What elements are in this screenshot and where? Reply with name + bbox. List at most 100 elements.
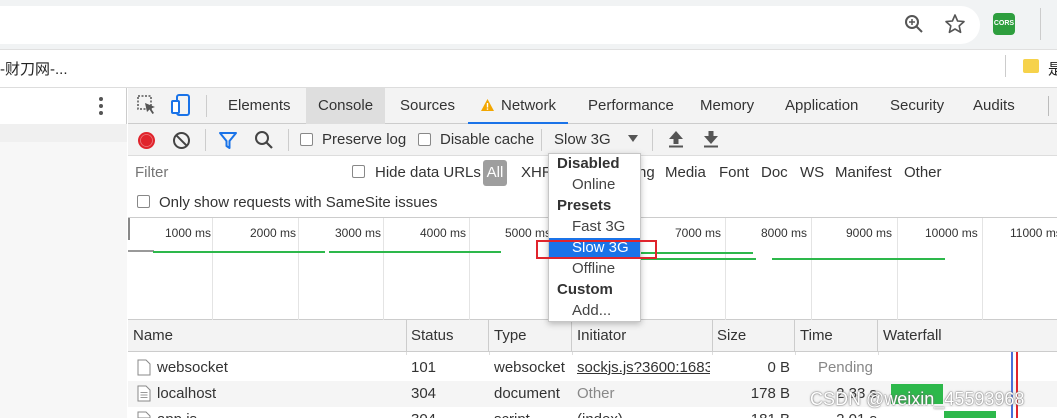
timeline-gridline xyxy=(212,218,213,320)
toolbar-separator xyxy=(288,129,289,151)
timeline-gridline xyxy=(811,218,812,320)
filter-ws-button[interactable]: WS xyxy=(800,164,824,181)
filter-all-button[interactable]: All xyxy=(483,160,507,186)
tab-network[interactable]: Network xyxy=(468,88,569,124)
samesite-checkbox[interactable] xyxy=(137,195,150,208)
script-icon xyxy=(137,411,151,418)
timeline-gridline xyxy=(469,218,470,320)
kebab-menu-icon[interactable] xyxy=(98,96,104,116)
page-content xyxy=(0,142,127,418)
hide-data-urls-checkbox[interactable] xyxy=(352,165,365,178)
preserve-log-checkbox[interactable] xyxy=(300,133,313,146)
dropdown-item-online[interactable]: Online xyxy=(572,176,615,193)
request-size: 0 B xyxy=(767,359,790,376)
toolbar-separator xyxy=(541,129,542,151)
throttle-select[interactable]: Slow 3G xyxy=(554,131,611,148)
request-size: 178 B xyxy=(750,385,790,402)
cors-extension-icon[interactable]: CORS xyxy=(993,13,1015,35)
bookmark-item[interactable]: -财刀网-... xyxy=(0,58,68,79)
tab-security[interactable]: Security xyxy=(878,88,956,124)
bookmark-divider xyxy=(1005,55,1006,77)
chevron-down-icon[interactable] xyxy=(628,135,638,143)
document-icon xyxy=(137,385,151,402)
dropdown-group-custom: Custom xyxy=(557,281,613,298)
request-type: script xyxy=(494,407,530,418)
tab-sources[interactable]: Sources xyxy=(388,88,467,124)
timeline-gridline xyxy=(298,218,299,320)
filter-funnel-icon[interactable] xyxy=(218,131,238,150)
hide-data-urls-label: Hide data URLs xyxy=(375,164,481,181)
col-waterfall[interactable]: Waterfall xyxy=(878,320,1057,352)
clear-icon[interactable] xyxy=(172,131,191,150)
request-size: 181 B xyxy=(712,407,790,418)
timeline-tick-label: 10000 ms xyxy=(925,226,978,240)
search-icon[interactable] xyxy=(254,130,274,150)
bookmarks-bar xyxy=(0,50,1057,88)
tab-application[interactable]: Application xyxy=(773,88,870,124)
timeline-request-bar xyxy=(772,258,945,260)
timeline-tick-label: 7000 ms xyxy=(675,226,722,240)
dropdown-item-offline[interactable]: Offline xyxy=(572,260,615,277)
record-icon[interactable] xyxy=(137,131,156,150)
disable-cache-label: Disable cache xyxy=(440,131,535,148)
tab-audits[interactable]: Audits xyxy=(961,88,1027,124)
col-name[interactable]: Name xyxy=(128,320,407,352)
timeline-gridline xyxy=(725,218,726,320)
timeline-request-bar xyxy=(329,251,501,253)
request-name[interactable]: localhost xyxy=(157,381,216,407)
col-type[interactable]: Type xyxy=(489,320,572,352)
timeline-tick-label: 3000 ms xyxy=(335,226,382,240)
col-initiator[interactable]: Initiator xyxy=(572,320,713,352)
filter-font-button[interactable]: Font xyxy=(719,164,749,181)
folder-icon[interactable] xyxy=(1022,57,1040,75)
timeline-gridline xyxy=(383,218,384,320)
col-status[interactable]: Status xyxy=(406,320,489,352)
timeline-gridline xyxy=(897,218,898,320)
import-har-icon[interactable] xyxy=(668,130,684,148)
tab-end-divider xyxy=(1048,96,1049,116)
zoom-icon[interactable] xyxy=(903,13,925,35)
col-size[interactable]: Size xyxy=(712,320,795,352)
tab-performance[interactable]: Performance xyxy=(576,88,686,124)
tab-divider xyxy=(206,95,207,117)
filter-other-button[interactable]: Other xyxy=(904,164,942,181)
dropdown-item-add[interactable]: Add... xyxy=(572,302,611,319)
dropdown-group-disabled: Disabled xyxy=(557,155,620,172)
filter-input[interactable] xyxy=(132,161,337,183)
request-initiator: Other xyxy=(577,385,615,402)
request-status: 304 xyxy=(411,385,437,402)
filter-manifest-button[interactable]: Manifest xyxy=(835,164,892,181)
warning-icon xyxy=(481,99,494,111)
toolbar-separator xyxy=(205,129,206,151)
col-time[interactable]: Time xyxy=(795,320,878,352)
tab-elements[interactable]: Elements xyxy=(216,88,303,124)
request-name[interactable]: app.js xyxy=(157,407,197,418)
watermark: CSDN @weixin_45593968 xyxy=(810,389,1025,409)
timeline-request-bar xyxy=(153,251,325,253)
dropdown-item-fast-3g[interactable]: Fast 3G xyxy=(572,218,625,235)
preserve-log-label: Preserve log xyxy=(322,131,407,148)
disable-cache-checkbox[interactable] xyxy=(418,133,431,146)
address-bar[interactable] xyxy=(0,6,980,44)
device-toolbar-icon[interactable] xyxy=(170,93,192,117)
timeline-gridline xyxy=(982,218,983,320)
toolbar-separator xyxy=(652,129,653,151)
page-strip xyxy=(0,124,127,142)
toolbar-divider xyxy=(1040,8,1041,40)
request-type: document xyxy=(494,385,560,402)
tab-console[interactable]: Console xyxy=(306,88,386,124)
bookmark-star-icon[interactable] xyxy=(944,13,966,35)
timeline-tick-label: 11000 ms xyxy=(1010,226,1057,240)
tab-memory[interactable]: Memory xyxy=(688,88,766,124)
filter-media-button[interactable]: Media xyxy=(665,164,706,181)
inspect-element-icon[interactable] xyxy=(136,94,158,116)
filter-doc-button[interactable]: Doc xyxy=(761,164,788,181)
request-name[interactable]: websocket xyxy=(157,355,228,381)
export-har-icon[interactable] xyxy=(703,130,719,148)
annotation-highlight-box xyxy=(536,240,657,259)
bookmark-folder-label[interactable]: 是 xyxy=(1048,58,1057,79)
timeline-tick-label: 5000 ms xyxy=(505,226,552,240)
timeline-tick-label: 8000 ms xyxy=(761,226,808,240)
file-icon xyxy=(137,359,151,376)
request-initiator-link[interactable]: sockjs.js?3600:1683 xyxy=(577,355,710,381)
